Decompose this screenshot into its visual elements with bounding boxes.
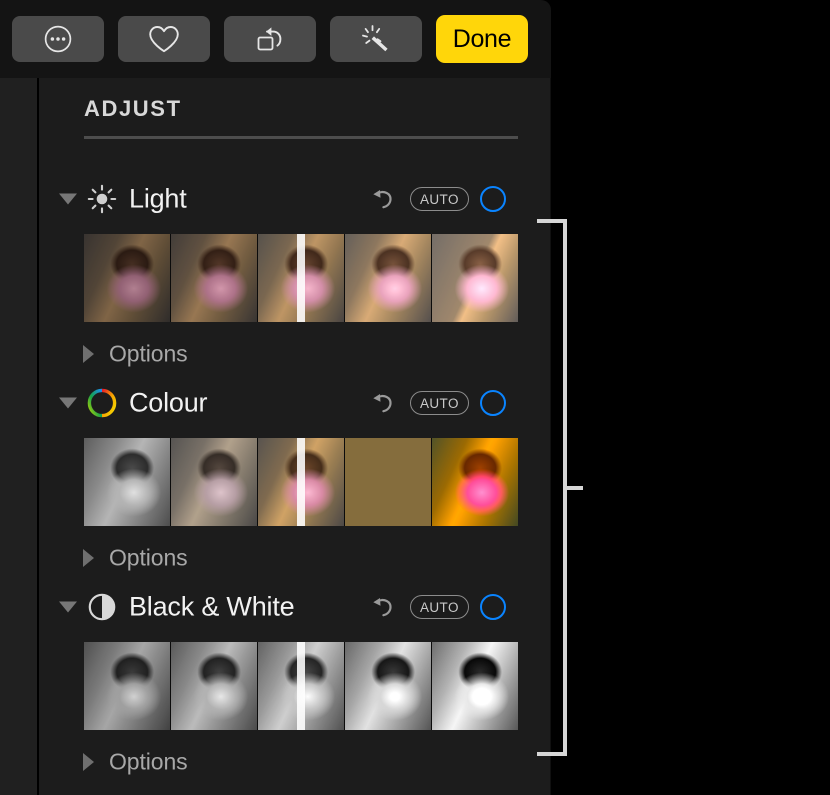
chevron-right-icon[interactable] xyxy=(83,345,94,363)
rotate-button[interactable] xyxy=(224,16,316,62)
panel-left-gutter xyxy=(0,78,37,795)
contrast-circle-icon xyxy=(87,592,117,622)
adjust-panel-content: ADJUST xyxy=(39,78,550,795)
options-label-light: Options xyxy=(109,341,188,368)
list-item[interactable] xyxy=(344,234,431,322)
list-item[interactable] xyxy=(84,642,170,730)
title-divider xyxy=(84,136,518,139)
chevron-down-icon[interactable] xyxy=(59,194,77,205)
options-label-colour: Options xyxy=(109,545,188,572)
enhance-button[interactable] xyxy=(330,16,422,62)
value-ring-icon[interactable] xyxy=(480,390,506,416)
filmstrip-light[interactable] xyxy=(84,234,518,322)
section-header-light[interactable]: Light AUTO xyxy=(39,179,550,219)
list-item-selected[interactable] xyxy=(257,642,344,730)
page-title: ADJUST xyxy=(84,96,182,122)
section-label-colour: Colour xyxy=(129,388,207,419)
auto-button-light[interactable]: AUTO xyxy=(410,187,469,211)
auto-button-colour[interactable]: AUTO xyxy=(410,391,469,415)
done-button[interactable]: Done xyxy=(436,15,528,63)
value-ring-icon[interactable] xyxy=(480,594,506,620)
more-options-button[interactable] xyxy=(12,16,104,62)
list-item[interactable] xyxy=(431,642,518,730)
photo-editor-screen: Done ADJUST xyxy=(0,0,830,795)
list-item[interactable] xyxy=(344,438,431,526)
section-header-black-and-white[interactable]: Black & White AUTO xyxy=(39,587,550,627)
revert-arrow-icon[interactable] xyxy=(370,594,396,620)
list-item[interactable] xyxy=(170,438,257,526)
options-toggle-light[interactable]: Options xyxy=(39,338,550,370)
filmstrip-selection-indicator xyxy=(297,642,305,730)
list-item[interactable] xyxy=(84,438,170,526)
chevron-down-icon[interactable] xyxy=(59,602,77,613)
chevron-down-icon[interactable] xyxy=(59,398,77,409)
bracket-pointer-stem xyxy=(567,486,583,490)
options-toggle-colour[interactable]: Options xyxy=(39,542,550,574)
favorite-button[interactable] xyxy=(118,16,210,62)
revert-arrow-icon[interactable] xyxy=(370,390,396,416)
bracket-spine xyxy=(563,219,567,756)
list-item[interactable] xyxy=(431,234,518,322)
list-item-selected[interactable] xyxy=(257,438,344,526)
list-item[interactable] xyxy=(84,234,170,322)
filmstrip-black-and-white[interactable] xyxy=(84,642,518,730)
chevron-right-icon[interactable] xyxy=(83,549,94,567)
filmstrip-selection-indicator xyxy=(297,234,305,322)
section-header-colour[interactable]: Colour AUTO xyxy=(39,383,550,423)
list-item[interactable] xyxy=(431,438,518,526)
rotate-icon xyxy=(253,23,287,55)
list-item[interactable] xyxy=(170,234,257,322)
filmstrip-selection-indicator xyxy=(297,438,305,526)
value-ring-icon[interactable] xyxy=(480,186,506,212)
editor-toolbar: Done xyxy=(0,0,551,78)
chevron-right-icon[interactable] xyxy=(83,753,94,771)
revert-arrow-icon[interactable] xyxy=(370,186,396,212)
section-label-black-and-white: Black & White xyxy=(129,592,294,623)
colour-wheel-icon xyxy=(87,388,117,418)
section-label-light: Light xyxy=(129,184,187,215)
list-item[interactable] xyxy=(344,642,431,730)
options-label-black-and-white: Options xyxy=(109,749,188,776)
filmstrip-colour[interactable] xyxy=(84,438,518,526)
sun-icon xyxy=(87,184,117,214)
auto-button-black-and-white[interactable]: AUTO xyxy=(410,595,469,619)
adjust-panel: ADJUST xyxy=(0,78,551,795)
ellipsis-circle-icon xyxy=(42,23,74,55)
magic-wand-icon xyxy=(359,23,393,55)
panel-right-edge xyxy=(550,78,551,795)
list-item-selected[interactable] xyxy=(257,234,344,322)
options-toggle-black-and-white[interactable]: Options xyxy=(39,746,550,778)
list-item[interactable] xyxy=(170,642,257,730)
heart-icon xyxy=(147,24,181,54)
